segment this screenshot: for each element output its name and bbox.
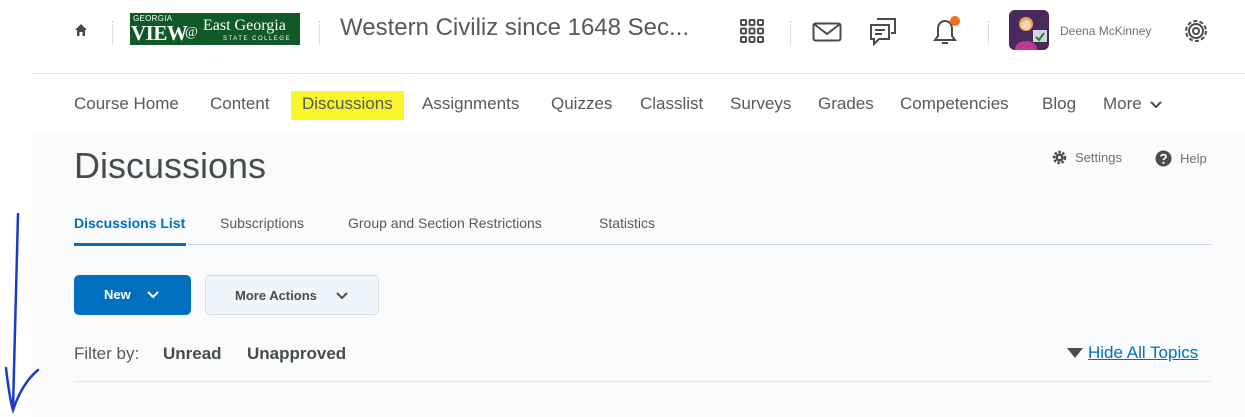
logo-text: East Georgia	[203, 17, 286, 34]
gear-icon	[1052, 150, 1067, 165]
tab-subscriptions[interactable]: Subscriptions	[220, 215, 304, 231]
nav-more-label: More	[1103, 94, 1142, 113]
filter-label: Filter by:	[74, 344, 140, 363]
user-name[interactable]: Deena McKinney	[1060, 24, 1151, 38]
filter-unread[interactable]: Unread	[163, 344, 222, 364]
course-selector-grid-icon[interactable]	[739, 18, 765, 49]
new-button-label: New	[104, 287, 131, 302]
chat-icon[interactable]	[868, 16, 898, 51]
logo-text: STATE COLLEGE	[223, 36, 291, 42]
course-title[interactable]: Western Civiliz since 1648 Sec...	[340, 14, 689, 42]
notification-bell-icon[interactable]	[928, 14, 962, 53]
hide-all-topics-link[interactable]: Hide All Topics	[1088, 343, 1198, 363]
divider	[112, 21, 113, 45]
page-title: Discussions	[74, 145, 267, 186]
top-header: GEORGIA VIEW @ East Georgia STATE COLLEG…	[0, 0, 1245, 66]
caret-down-icon	[1067, 348, 1083, 358]
nav-surveys[interactable]: Surveys	[730, 94, 791, 114]
nav-classlist[interactable]: Classlist	[640, 94, 703, 114]
divider	[790, 21, 791, 45]
chevron-down-icon	[147, 291, 159, 299]
nav-competencies[interactable]: Competencies	[900, 94, 1009, 114]
help-link[interactable]: Help	[1155, 150, 1207, 167]
nav-course-home[interactable]: Course Home	[74, 94, 179, 114]
nav-discussions[interactable]: Discussions	[302, 94, 393, 114]
settings-link[interactable]: Settings	[1052, 150, 1122, 165]
avatar[interactable]	[1009, 10, 1049, 50]
active-tab-indicator	[74, 243, 186, 246]
more-actions-button[interactable]: More Actions	[205, 275, 379, 315]
settings-label: Settings	[1075, 150, 1122, 165]
chevron-down-icon	[336, 292, 348, 300]
nav-grades[interactable]: Grades	[818, 94, 874, 114]
tab-group-section-restrictions[interactable]: Group and Section Restrictions	[348, 215, 542, 231]
nav-assignments[interactable]: Assignments	[422, 94, 519, 114]
nav-content[interactable]: Content	[210, 94, 270, 114]
new-button[interactable]: New	[74, 275, 191, 315]
chevron-down-icon	[1150, 101, 1163, 109]
divider	[74, 381, 1211, 382]
home-icon[interactable]	[74, 23, 88, 42]
mail-icon[interactable]	[812, 22, 842, 47]
help-label: Help	[1180, 151, 1207, 166]
help-icon	[1155, 150, 1172, 167]
divider	[988, 21, 989, 45]
annotation-arrow	[4, 212, 40, 415]
logo-text: @	[185, 25, 198, 40]
tabs-divider	[74, 244, 1211, 245]
logo-text: VIEW	[131, 21, 188, 45]
gear-icon[interactable]	[1181, 16, 1211, 51]
nav-more-menu[interactable]: More	[1103, 94, 1163, 114]
filter-unapproved[interactable]: Unapproved	[247, 344, 346, 364]
tab-discussions-list[interactable]: Discussions List	[74, 215, 185, 231]
tab-statistics[interactable]: Statistics	[599, 215, 655, 231]
course-navbar: Course Home Content Discussions Assignme…	[32, 73, 1245, 135]
nav-quizzes[interactable]: Quizzes	[551, 94, 612, 114]
more-actions-label: More Actions	[235, 288, 317, 303]
nav-blog[interactable]: Blog	[1042, 94, 1076, 114]
org-logo[interactable]: GEORGIA VIEW @ East Georgia STATE COLLEG…	[130, 13, 300, 45]
divider	[319, 21, 320, 45]
